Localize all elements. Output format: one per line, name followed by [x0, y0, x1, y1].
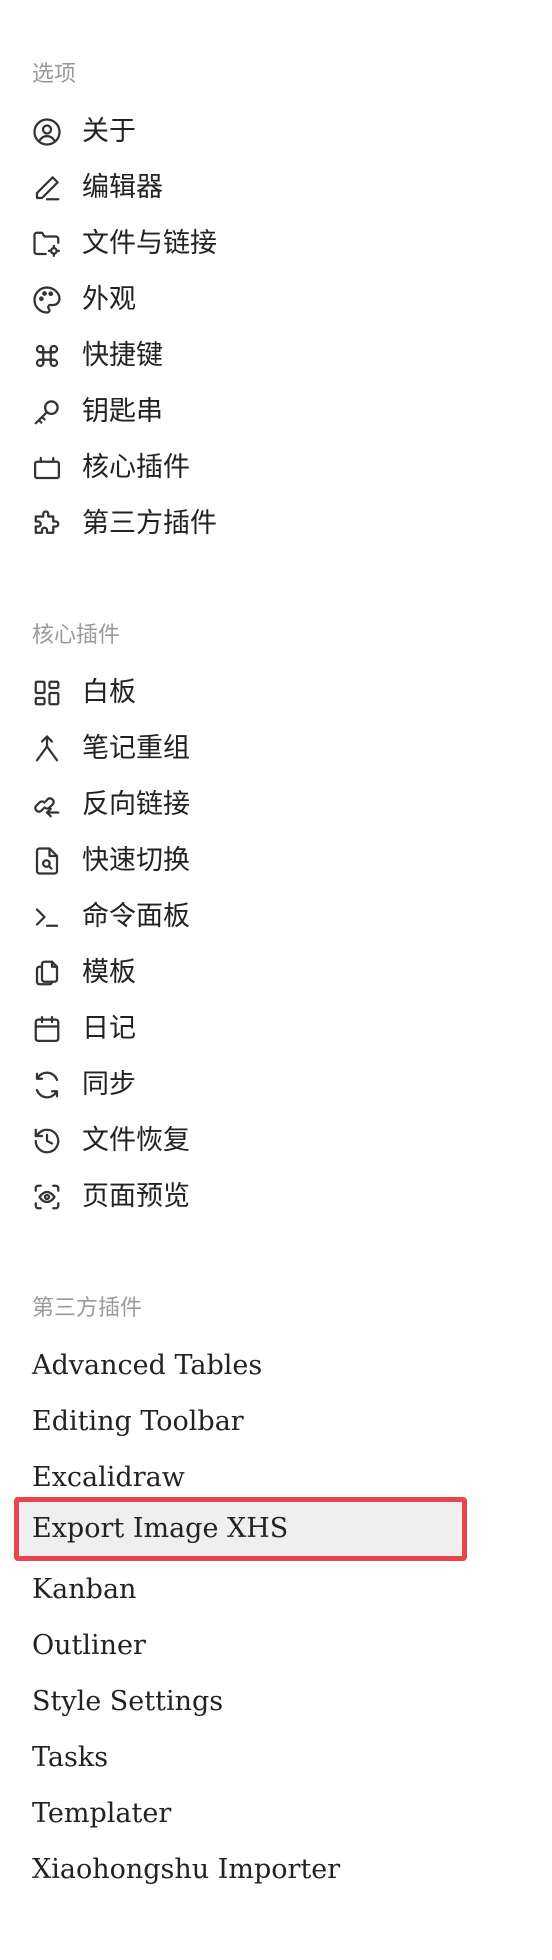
sidebar-item-xiaohongshu-importer[interactable]: Xiaohongshu Importer	[14, 1842, 464, 1898]
eye-scan-icon	[32, 1182, 62, 1212]
sidebar-item-label: 笔记重组	[82, 733, 190, 764]
command-icon	[32, 341, 62, 371]
sidebar-item-label: 核心插件	[82, 452, 190, 483]
sidebar-item-label: Xiaohongshu Importer	[32, 1854, 341, 1885]
sidebar-item-editor[interactable]: 编辑器	[14, 160, 464, 216]
sidebar-item-label: 反向链接	[82, 789, 190, 820]
sidebar-item-label: 第三方插件	[82, 508, 217, 539]
file-search-icon	[32, 846, 62, 876]
section-title-core-plugins: 核心插件	[32, 623, 121, 648]
sidebar-item-label: 日记	[82, 1013, 136, 1044]
plug-box-icon	[32, 453, 62, 483]
sidebar-item-label: 编辑器	[82, 172, 163, 203]
sidebar-item-label: 模板	[82, 957, 136, 988]
sidebar-item-core-plugins[interactable]: 核心插件	[14, 440, 464, 496]
pencil-icon	[32, 173, 62, 203]
sidebar-item-about[interactable]: 关于	[14, 104, 464, 160]
layout-grid-icon	[32, 678, 62, 708]
folder-gear-icon	[32, 229, 62, 259]
sidebar-item-hotkeys[interactable]: 快捷键	[14, 328, 464, 384]
sidebar-item-page-preview[interactable]: 页面预览	[14, 1169, 464, 1225]
sidebar-item-templater[interactable]: Templater	[14, 1786, 464, 1842]
sidebar-item-label: 钥匙串	[82, 396, 163, 427]
section-title-community-plugins: 第三方插件	[32, 1296, 143, 1321]
sidebar-item-appearance[interactable]: 外观	[14, 272, 464, 328]
sidebar-item-editing-toolbar[interactable]: Editing Toolbar	[14, 1394, 464, 1450]
sidebar-item-style-settings[interactable]: Style Settings	[14, 1674, 464, 1730]
sidebar-item-label: Editing Toolbar	[32, 1406, 244, 1437]
sidebar-item-label: Style Settings	[32, 1686, 224, 1717]
terminal-icon	[32, 902, 62, 932]
sidebar-item-note-composer[interactable]: 笔记重组	[14, 721, 464, 777]
sidebar-item-advanced-tables[interactable]: Advanced Tables	[14, 1338, 464, 1394]
sidebar-item-label: Advanced Tables	[32, 1350, 263, 1381]
history-icon	[32, 1126, 62, 1156]
settings-sidebar: 选项 关于 编辑器 文件与链接 外观 快捷键 钥匙串 核心插件 第三方插件 核心…	[0, 0, 552, 1960]
sidebar-item-backlinks[interactable]: 反向链接	[14, 777, 464, 833]
sidebar-item-label: Export Image XHS	[32, 1513, 289, 1544]
sidebar-item-label: 同步	[82, 1069, 136, 1100]
sidebar-item-daily-notes[interactable]: 日记	[14, 1001, 464, 1057]
sidebar-item-label: 文件恢复	[82, 1125, 190, 1156]
sidebar-item-command-palette[interactable]: 命令面板	[14, 889, 464, 945]
palette-icon	[32, 285, 62, 315]
section-title-options: 选项	[32, 62, 77, 87]
sidebar-item-label: 外观	[82, 284, 136, 315]
sidebar-item-label: 页面预览	[82, 1181, 190, 1212]
sidebar-item-label: 快捷键	[82, 340, 163, 371]
merge-icon	[32, 734, 62, 764]
key-icon	[32, 397, 62, 427]
sidebar-item-file-recovery[interactable]: 文件恢复	[14, 1113, 464, 1169]
sidebar-item-keychain[interactable]: 钥匙串	[14, 384, 464, 440]
sidebar-item-export-image-xhs[interactable]: Export Image XHS	[14, 1497, 467, 1561]
sidebar-item-canvas[interactable]: 白板	[14, 665, 464, 721]
sidebar-item-label: Kanban	[32, 1574, 137, 1605]
sidebar-item-files-links[interactable]: 文件与链接	[14, 216, 464, 272]
sidebar-item-sync[interactable]: 同步	[14, 1057, 464, 1113]
puzzle-icon	[32, 509, 62, 539]
sidebar-item-community-plugins[interactable]: 第三方插件	[14, 496, 464, 552]
sidebar-item-label: 关于	[82, 116, 136, 147]
sidebar-item-label: Tasks	[32, 1742, 109, 1773]
sidebar-item-outliner[interactable]: Outliner	[14, 1618, 464, 1674]
sidebar-item-quick-switcher[interactable]: 快速切换	[14, 833, 464, 889]
sidebar-item-label: Outliner	[32, 1630, 146, 1661]
sidebar-item-label: 文件与链接	[82, 228, 217, 259]
sidebar-item-tasks[interactable]: Tasks	[14, 1730, 464, 1786]
sidebar-item-label: Templater	[32, 1798, 172, 1829]
sidebar-item-templates[interactable]: 模板	[14, 945, 464, 1001]
backlink-icon	[32, 790, 62, 820]
sync-icon	[32, 1070, 62, 1100]
sidebar-item-label: 白板	[82, 677, 136, 708]
sidebar-item-label: 快速切换	[82, 845, 190, 876]
user-circle-icon	[32, 117, 62, 147]
files-icon	[32, 958, 62, 988]
sidebar-item-label: 命令面板	[82, 901, 190, 932]
sidebar-item-kanban[interactable]: Kanban	[14, 1562, 464, 1618]
calendar-icon	[32, 1014, 62, 1044]
